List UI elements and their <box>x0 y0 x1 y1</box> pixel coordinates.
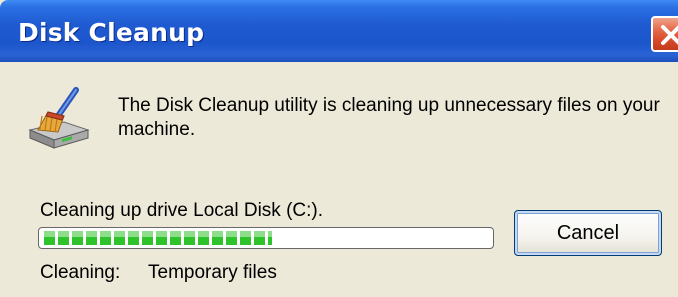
disk-cleanup-dialog: Disk Cleanup The Disk Cleanup utility is… <box>0 0 678 297</box>
title-bar[interactable]: Disk Cleanup <box>0 0 678 62</box>
disk-cleanup-broom-icon <box>24 86 94 157</box>
progress-bar <box>38 227 494 249</box>
dialog-body: The Disk Cleanup utility is cleaning up … <box>0 62 678 297</box>
close-icon <box>661 25 678 45</box>
status-row: Cleaning: Temporary files <box>40 262 277 284</box>
cancel-button[interactable]: Cancel <box>514 210 662 256</box>
progress-label: Cleaning up drive Local Disk (C:). <box>40 200 324 221</box>
cleanup-message: The Disk Cleanup utility is cleaning up … <box>118 95 660 140</box>
status-label: Cleaning: <box>40 262 121 283</box>
progress-track <box>42 231 490 245</box>
progress-fill <box>44 231 273 245</box>
window-title: Disk Cleanup <box>18 18 205 47</box>
close-button[interactable] <box>651 16 678 52</box>
status-value: Temporary files <box>148 262 277 283</box>
